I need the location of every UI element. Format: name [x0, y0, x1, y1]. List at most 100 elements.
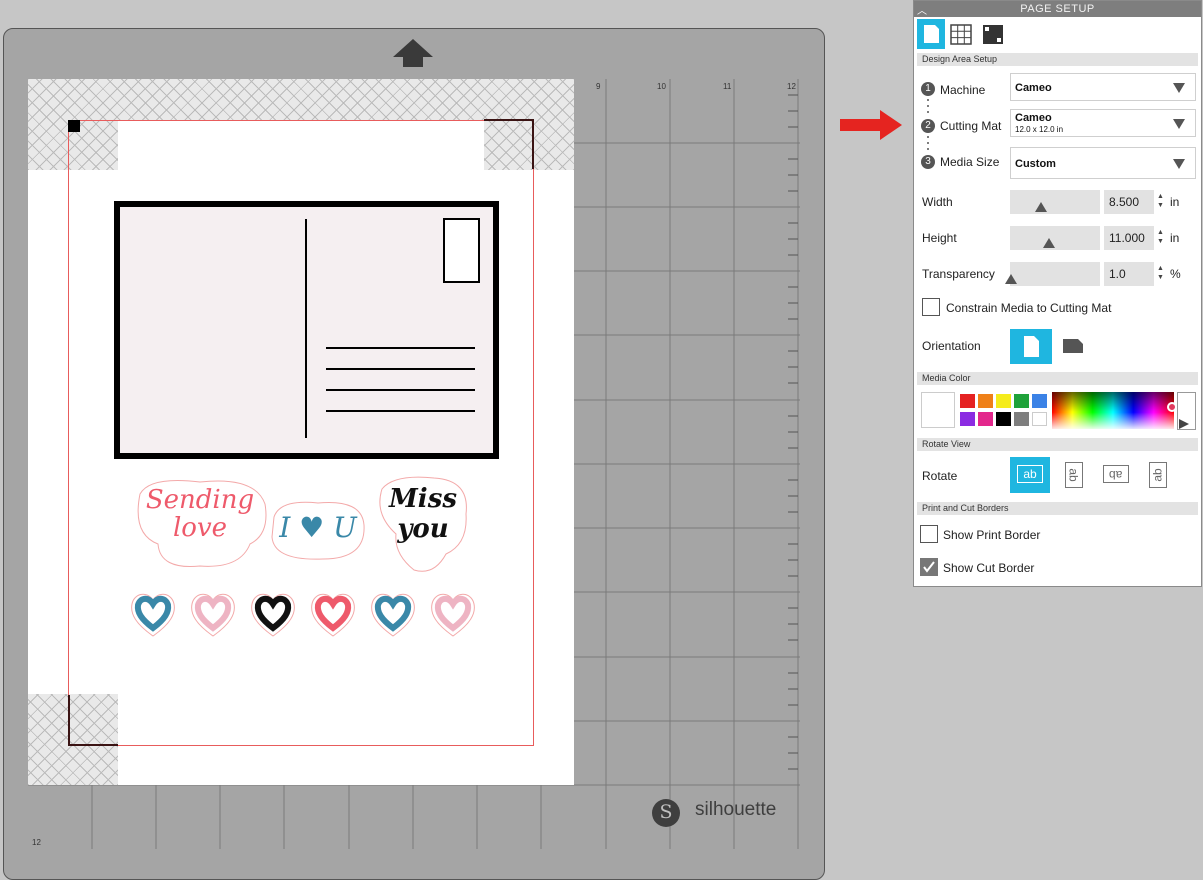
rotate-90-icon: ab — [1065, 462, 1083, 488]
ruler-label: 9 — [596, 82, 601, 91]
ruler-label: 12 — [787, 82, 796, 91]
step-dot — [927, 148, 929, 150]
transparency-input[interactable]: 1.0 — [1104, 262, 1154, 286]
machine-dropdown[interactable]: Cameo — [1010, 73, 1196, 101]
cutting-mat-dropdown[interactable]: Cameo 12.0 x 12.0 in — [1010, 109, 1196, 137]
width-unit: in — [1170, 195, 1180, 209]
load-arrow-icon — [393, 39, 433, 67]
ruler-label: 10 — [657, 82, 666, 91]
orientation-label: Orientation — [922, 339, 981, 353]
media-size-label: Media Size — [940, 155, 1000, 169]
registration-mark — [68, 120, 80, 132]
step-badge: 2 — [921, 119, 935, 133]
panel-title: PAGE SETUP — [914, 1, 1201, 17]
color-swatch[interactable] — [996, 412, 1011, 426]
dropdown-arrow-icon — [1173, 83, 1185, 93]
dropdown-arrow-icon — [1173, 119, 1185, 129]
color-swatch[interactable] — [960, 412, 975, 426]
section-rotate-view: Rotate View — [917, 438, 1198, 451]
registration-mark — [68, 695, 118, 746]
constrain-checkbox[interactable] — [922, 298, 940, 316]
sticker-miss-you[interactable]: Miss you — [374, 474, 472, 576]
sticker-text: I ♥ U — [279, 511, 357, 544]
slider-thumb[interactable] — [1043, 238, 1055, 248]
sticker-i-love-u[interactable]: I ♥ U — [268, 497, 368, 563]
collapse-chevron-icon[interactable]: ︿ — [917, 2, 927, 17]
color-swatch[interactable] — [978, 394, 993, 408]
height-input[interactable]: 11.000 — [1104, 226, 1154, 250]
rotate-0-button[interactable]: ab — [1010, 457, 1050, 493]
machine-value: Cameo — [1015, 82, 1052, 94]
height-label: Height — [922, 231, 957, 245]
step-badge: 1 — [921, 82, 935, 96]
silhouette-brand: silhouette — [695, 799, 777, 820]
sticker-text: Miss you — [389, 484, 457, 544]
ruler-label: 11 — [723, 82, 732, 91]
color-swatch[interactable] — [1014, 394, 1029, 408]
rotate-label: Rotate — [922, 469, 958, 483]
media-size-dropdown[interactable]: Custom — [1010, 147, 1196, 179]
show-print-border-label: Show Print Border — [943, 528, 1041, 542]
color-swatch[interactable] — [978, 412, 993, 426]
pointer-arrow-icon — [840, 110, 902, 140]
color-swatch[interactable] — [960, 394, 975, 408]
section-media-color: Media Color — [917, 372, 1198, 385]
rotate-270-text: ab — [1150, 468, 1165, 482]
transparency-slider[interactable] — [1005, 262, 1100, 286]
color-swatch[interactable] — [1032, 412, 1047, 426]
transparency-label: Transparency — [922, 267, 995, 281]
step-dot — [927, 111, 929, 113]
step-dot — [927, 105, 929, 107]
rotate-180-icon: ab — [1103, 465, 1129, 483]
color-swatch[interactable] — [996, 394, 1011, 408]
height-slider[interactable] — [1010, 226, 1100, 250]
orientation-portrait-button[interactable] — [1010, 329, 1052, 364]
page-icon — [924, 25, 939, 43]
sticker-sending-love[interactable]: Sending love — [130, 474, 270, 574]
section-design-area: Design Area Setup — [917, 53, 1198, 66]
silhouette-logo-icon: S — [652, 799, 680, 827]
show-cut-border-checkbox[interactable] — [920, 558, 938, 576]
color-picker-cursor-icon[interactable] — [1167, 402, 1177, 412]
show-print-border-checkbox[interactable] — [920, 525, 938, 543]
dropdown-arrow-icon — [1173, 159, 1185, 169]
rotate-90-button[interactable]: ab — [1054, 457, 1094, 493]
orientation-landscape-button[interactable] — [1056, 329, 1090, 364]
slider-thumb[interactable] — [1005, 274, 1017, 284]
width-label: Width — [922, 195, 953, 209]
postcard-back[interactable] — [114, 201, 499, 461]
landscape-page-icon — [1063, 339, 1083, 353]
rotate-180-button[interactable]: ab — [1096, 457, 1136, 493]
brightness-thumb-icon[interactable] — [1179, 419, 1189, 429]
tab-page-setup[interactable] — [917, 19, 945, 49]
color-spectrum-picker[interactable] — [1052, 392, 1177, 429]
color-swatch[interactable] — [1032, 394, 1047, 408]
section-borders: Print and Cut Borders — [917, 502, 1198, 515]
transparency-spinner-icon[interactable]: ▲ ▼ — [1157, 264, 1164, 282]
checkmark-icon — [923, 561, 935, 573]
height-spinner-icon[interactable]: ▲ ▼ — [1157, 228, 1164, 246]
color-swatch[interactable] — [1014, 412, 1029, 426]
tab-registration-marks[interactable] — [979, 19, 1007, 49]
media-page[interactable]: Sending love I ♥ U Miss you — [28, 79, 574, 785]
width-slider[interactable] — [1010, 190, 1100, 214]
width-input[interactable]: 8.500 — [1104, 190, 1154, 214]
machine-label: Machine — [940, 83, 986, 97]
media-size-value: Custom — [1015, 158, 1056, 170]
rotate-180-text: ab — [1109, 468, 1123, 482]
rotate-90-text: ab — [1066, 468, 1081, 482]
current-color-swatch[interactable] — [921, 392, 955, 428]
show-cut-border-label: Show Cut Border — [943, 561, 1035, 575]
tab-grid[interactable] — [947, 19, 975, 49]
portrait-page-icon — [1024, 336, 1039, 357]
rotate-270-icon: ab — [1149, 462, 1167, 488]
ruler-label: 12 — [32, 838, 41, 847]
brightness-slider[interactable] — [1177, 392, 1196, 430]
spectrum-shade — [1052, 392, 1174, 412]
cutting-mat-value: Cameo — [1015, 112, 1052, 124]
slider-thumb[interactable] — [1035, 202, 1047, 212]
width-spinner-icon[interactable]: ▲ ▼ — [1157, 192, 1164, 210]
rotate-270-button[interactable]: ab — [1138, 457, 1178, 493]
sticker-text: Sending love — [145, 485, 255, 543]
heart-stickers[interactable] — [126, 586, 481, 642]
